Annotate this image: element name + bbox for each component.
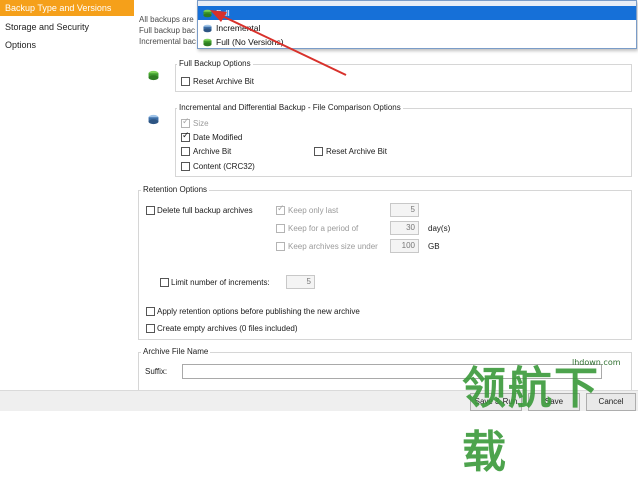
- apply-before-publish-checkbox[interactable]: [146, 307, 155, 316]
- date-modified-checkbox[interactable]: [181, 131, 190, 142]
- limit-increments-input[interactable]: 5: [286, 275, 315, 289]
- reset-archive-bit-checkbox[interactable]: [181, 77, 190, 86]
- intro-text-line: All backups are: [139, 15, 194, 24]
- sidebar-item-storage-security[interactable]: Storage and Security: [0, 19, 134, 35]
- archive-file-name-title: Archive File Name: [141, 347, 211, 356]
- size-label: Size: [193, 119, 209, 128]
- keep-only-last-checkbox[interactable]: [276, 204, 285, 215]
- green-disk-icon: [148, 70, 159, 81]
- keep-for-period-unit: day(s): [428, 224, 451, 233]
- content-crc32-label: Content (CRC32): [193, 162, 255, 171]
- archive-bit-label: Archive Bit: [193, 147, 232, 156]
- limit-increments-label: Limit number of increments:: [171, 278, 270, 287]
- keep-size-under-label: Keep archives size under: [288, 242, 378, 251]
- reset-archive-bit-compare-checkbox[interactable]: [314, 147, 323, 156]
- archive-bit-checkbox[interactable]: [181, 147, 190, 156]
- annotation-arrow-icon: [210, 10, 347, 76]
- limit-increments-checkbox[interactable]: [160, 278, 169, 287]
- intro-text-line: Incremental bac: [139, 37, 196, 46]
- keep-only-last-label: Keep only last: [288, 206, 339, 215]
- keep-size-under-checkbox[interactable]: [276, 242, 285, 251]
- compare-options-title: Incremental and Differential Backup - Fi…: [177, 103, 403, 112]
- delete-full-archives-label: Delete full backup archives: [157, 206, 253, 215]
- suffix-label: Suffix:: [145, 367, 168, 376]
- blue-disk-icon: [148, 114, 159, 125]
- keep-for-period-label: Keep for a period of: [288, 224, 359, 233]
- watermark-url: lhdown.com: [572, 358, 621, 367]
- keep-size-under-input[interactable]: 100: [390, 239, 419, 253]
- date-modified-label: Date Modified: [193, 133, 243, 142]
- sidebar-item-options[interactable]: Options: [0, 37, 134, 53]
- create-empty-archives-checkbox[interactable]: [146, 324, 155, 333]
- content-crc32-checkbox[interactable]: [181, 162, 190, 171]
- reset-archive-bit-compare-label: Reset Archive Bit: [326, 147, 387, 156]
- apply-before-publish-label: Apply retention options before publishin…: [157, 307, 360, 316]
- watermark-logo-text: 领航下载: [462, 363, 600, 478]
- sidebar-item-backup-type[interactable]: Backup Type and Versions: [0, 0, 134, 16]
- intro-text-line: Full backup bac: [139, 26, 196, 35]
- create-empty-archives-label: Create empty archives (0 files included): [157, 324, 298, 333]
- sidebar: Backup Type and Versions Storage and Sec…: [0, 0, 134, 390]
- keep-only-last-input[interactable]: 5: [390, 203, 419, 217]
- keep-size-unit: GB: [428, 242, 440, 251]
- size-checkbox[interactable]: [181, 117, 190, 128]
- keep-for-period-checkbox[interactable]: [276, 224, 285, 233]
- keep-for-period-input[interactable]: 30: [390, 221, 419, 235]
- delete-full-archives-checkbox[interactable]: [146, 206, 155, 215]
- retention-options-title: Retention Options: [141, 185, 210, 194]
